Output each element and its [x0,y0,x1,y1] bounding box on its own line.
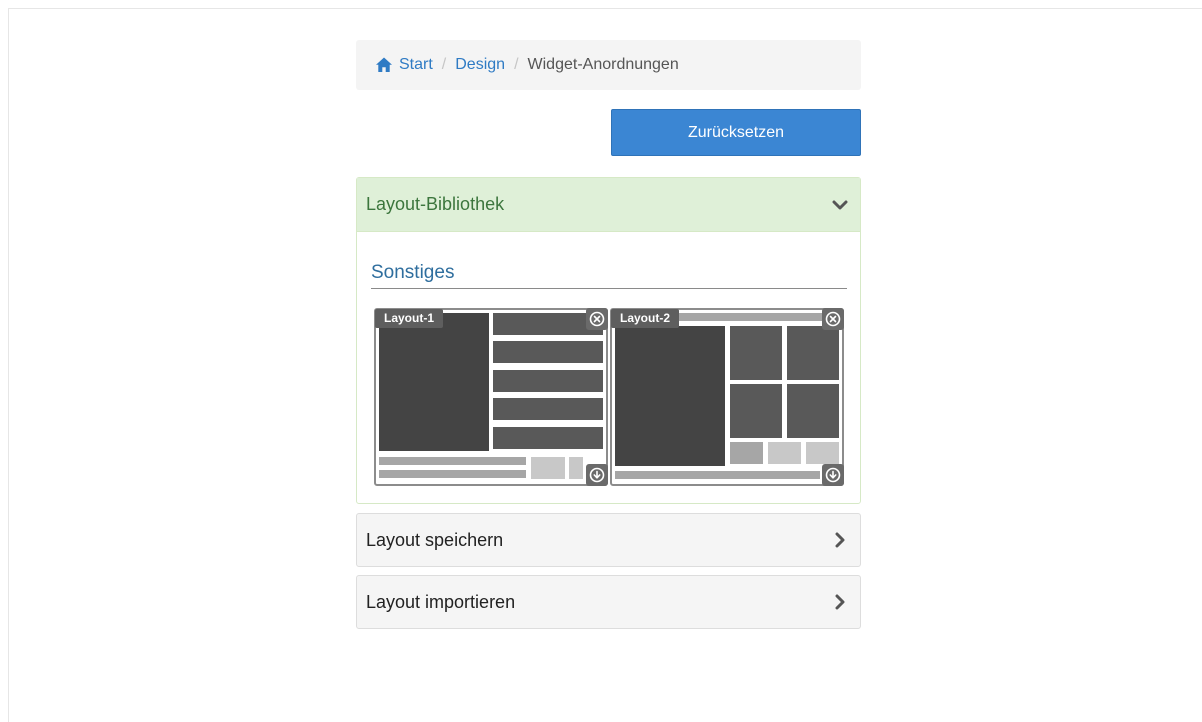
apply-layout-button[interactable] [822,464,844,486]
layout-block [493,398,603,420]
layout-block [615,471,820,479]
layout-thumbnail-2[interactable]: Layout-2 [610,308,844,486]
layout-block [787,384,839,438]
chevron-right-icon [832,532,848,548]
import-layout-title: Layout importieren [366,591,516,612]
chevron-down-icon[interactable] [832,197,848,213]
layout-block [730,384,782,438]
download-circle-icon [825,467,841,483]
breadcrumb-current: Widget-Anordnungen [527,56,679,73]
breadcrumb-start[interactable]: Start [399,56,433,74]
layout-block [615,326,725,466]
layout-block [379,457,526,465]
layout-block [493,341,603,363]
breadcrumb: Start / Design / Widget-Anordnungen [356,40,861,90]
home-icon[interactable] [375,56,393,74]
save-layout-panel[interactable]: Layout speichern [356,513,861,567]
save-layout-title: Layout speichern [366,529,504,550]
remove-layout-button[interactable] [586,308,608,330]
layout-library-panel: Layout-Bibliothek Sonstiges Layout-1 Lay… [356,177,861,504]
layout-block [806,442,839,464]
layout-block [379,313,489,451]
layout-library-header[interactable]: Layout-Bibliothek [357,178,860,232]
section-title: Sonstiges [371,262,847,289]
close-circle-icon [825,311,841,327]
breadcrumb-design[interactable]: Design [455,56,505,74]
layout-block [379,470,526,478]
layout-block [787,326,839,380]
layout-block [730,326,782,380]
layout-block [730,442,763,464]
layout-label: Layout-1 [375,309,444,328]
layout-block [768,442,801,464]
layout-block [569,457,583,479]
chevron-right-icon [832,594,848,610]
layout-block [531,457,565,479]
layout-block [493,427,603,449]
breadcrumb-separator: / [514,56,519,73]
import-layout-panel[interactable]: Layout importieren [356,575,861,629]
breadcrumb-separator: / [441,56,447,73]
apply-layout-button[interactable] [586,464,608,486]
layout-block [493,370,603,392]
layout-label: Layout-2 [611,309,680,328]
remove-layout-button[interactable] [822,308,844,330]
layout-library-title: Layout-Bibliothek [366,194,505,214]
layout-thumbnail-1[interactable]: Layout-1 [374,308,608,486]
close-circle-icon [589,311,605,327]
reset-button[interactable]: Zurücksetzen [611,109,861,156]
download-circle-icon [589,467,605,483]
